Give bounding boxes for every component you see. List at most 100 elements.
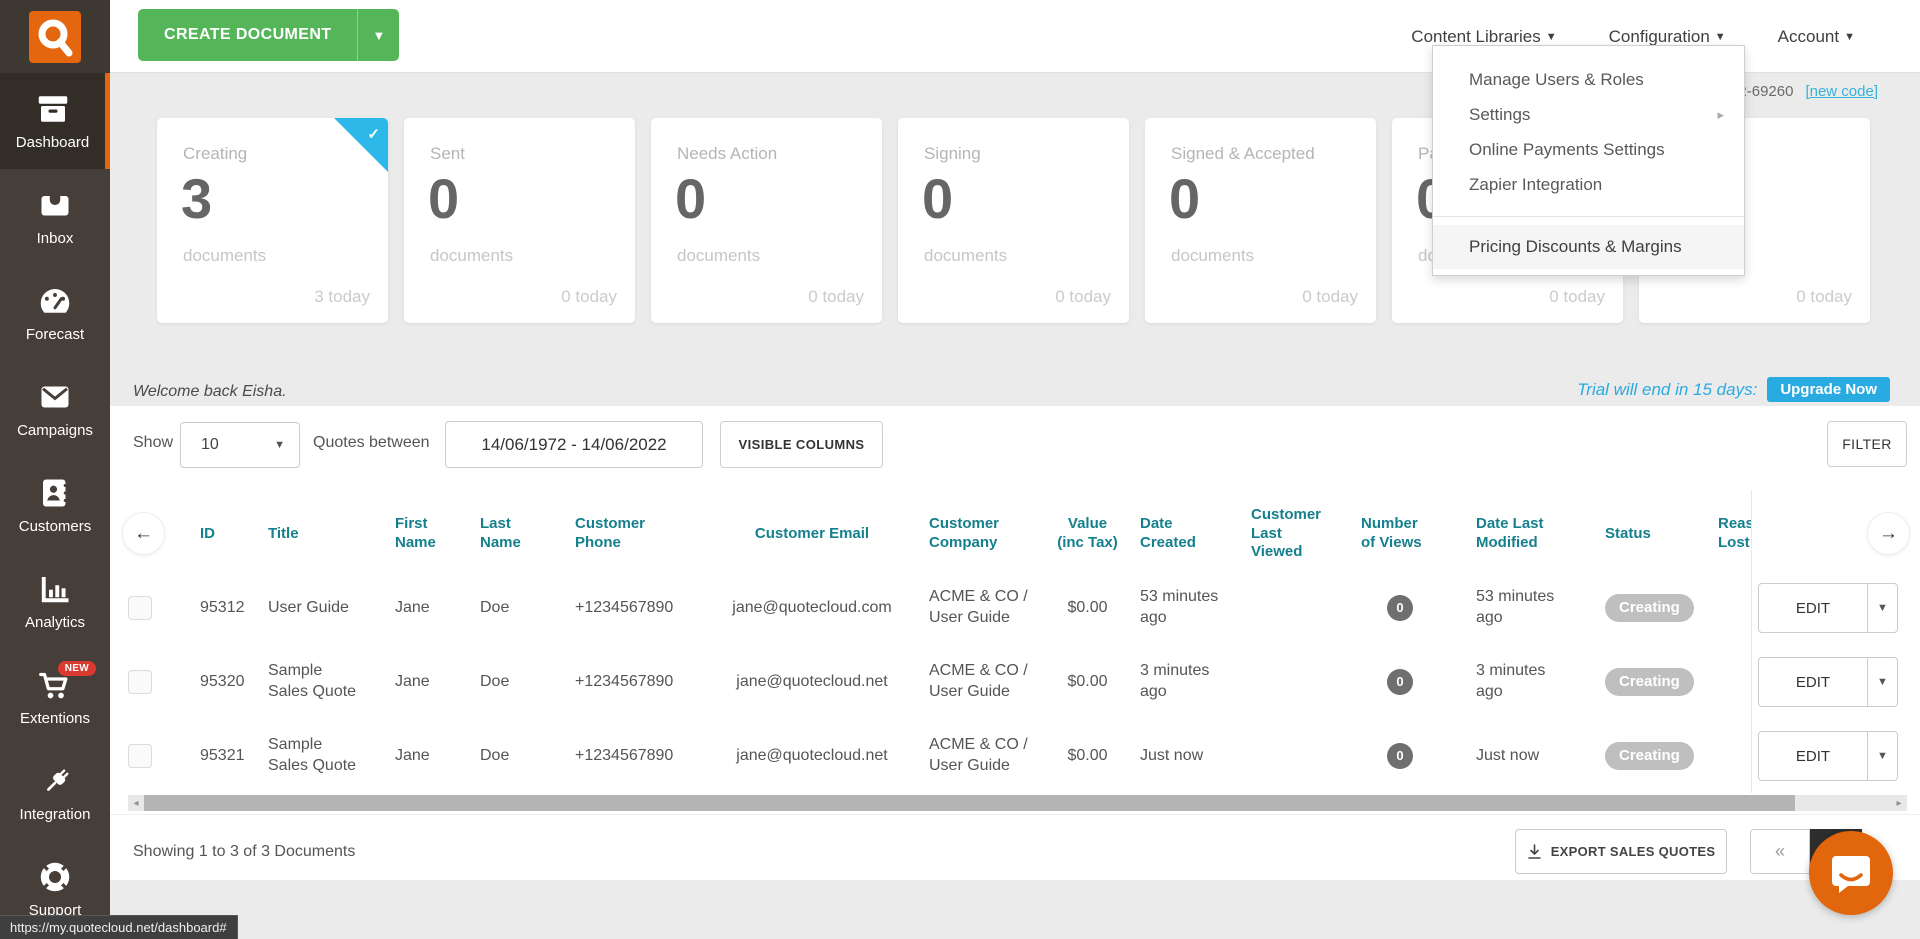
create-document-dropdown-toggle[interactable]: ▼ bbox=[357, 9, 399, 61]
card-title: Needs Action bbox=[677, 144, 777, 164]
scroll-right-button[interactable]: → bbox=[1868, 513, 1909, 554]
status-card-signing[interactable]: Signing 0 documents 0 today bbox=[898, 118, 1129, 323]
cell-last-viewed bbox=[1251, 719, 1331, 793]
col-header-date-last-modified[interactable]: Date Last Modified bbox=[1476, 494, 1576, 574]
cell-date-modified: Just now bbox=[1476, 719, 1576, 793]
horizontal-scrollbar[interactable]: ◂ ▸ bbox=[128, 795, 1907, 811]
status-card-signed-accepted[interactable]: Signed & Accepted 0 documents 0 today bbox=[1145, 118, 1376, 323]
sidebar-item-customers[interactable]: Customers bbox=[0, 457, 110, 553]
sidebar-item-dashboard[interactable]: Dashboard bbox=[0, 73, 110, 169]
col-header-number-of-views[interactable]: Number of Views bbox=[1361, 494, 1425, 574]
card-value: 0 bbox=[922, 166, 953, 231]
sidebar-item-analytics[interactable]: Analytics bbox=[0, 553, 110, 649]
edit-button-label[interactable]: EDIT bbox=[1759, 732, 1867, 780]
sidebar-item-label: Integration bbox=[20, 806, 91, 823]
chat-bubble-icon bbox=[1828, 850, 1874, 896]
cell-phone: +1234567890 bbox=[575, 571, 685, 645]
create-document-button[interactable]: CREATE DOCUMENT ▼ bbox=[138, 9, 399, 61]
download-icon bbox=[1527, 844, 1542, 860]
cell-value: $0.00 bbox=[1055, 645, 1120, 719]
menu-item-online-payments-settings[interactable]: Online Payments Settings bbox=[1433, 132, 1744, 167]
scroll-left-button[interactable]: ← bbox=[123, 513, 164, 554]
col-header-status[interactable]: Status bbox=[1605, 494, 1700, 574]
date-range-input[interactable] bbox=[445, 421, 703, 468]
filter-button[interactable]: FILTER bbox=[1827, 421, 1907, 467]
scrollbar-thumb[interactable] bbox=[144, 795, 1795, 811]
status-card-creating[interactable]: ✓ Creating 3 documents 3 today bbox=[157, 118, 388, 323]
menu-item-settings[interactable]: Settings▸ bbox=[1433, 97, 1744, 132]
edit-dropdown-toggle[interactable]: ▼ bbox=[1867, 732, 1897, 780]
scrollbar-right-arrow[interactable]: ▸ bbox=[1891, 795, 1907, 811]
sidebar-item-label: Customers bbox=[19, 518, 92, 535]
cell-first-name: Jane bbox=[395, 645, 450, 719]
edit-button-label[interactable]: EDIT bbox=[1759, 584, 1867, 632]
edit-button[interactable]: EDIT ▼ bbox=[1758, 657, 1898, 707]
sidebar-item-label: Campaigns bbox=[17, 422, 93, 439]
edit-button[interactable]: EDIT ▼ bbox=[1758, 583, 1898, 633]
status-badge: Creating bbox=[1605, 594, 1694, 622]
scrollbar-left-arrow[interactable]: ◂ bbox=[128, 795, 144, 811]
upgrade-now-button[interactable]: Upgrade Now bbox=[1767, 377, 1890, 402]
cell-status: Creating bbox=[1605, 645, 1700, 719]
chevron-down-icon: ▼ bbox=[1844, 31, 1855, 43]
sidebar: Dashboard Inbox Forecast Campaigns bbox=[0, 0, 110, 939]
col-header-date-created[interactable]: Date Created bbox=[1140, 494, 1225, 574]
col-header-customer-company[interactable]: Customer Company bbox=[929, 494, 1029, 574]
chat-widget-button[interactable] bbox=[1809, 831, 1893, 915]
card-title: Creating bbox=[183, 144, 247, 164]
col-header-first-name[interactable]: First Name bbox=[395, 494, 450, 574]
edit-button-label[interactable]: EDIT bbox=[1759, 658, 1867, 706]
chevron-down-icon: ▼ bbox=[1715, 31, 1726, 43]
sidebar-item-extentions[interactable]: NEW Extentions bbox=[0, 649, 110, 745]
col-header-id[interactable]: ID bbox=[200, 494, 255, 574]
cell-id: 95320 bbox=[200, 645, 255, 719]
pagination-prev-button[interactable]: « bbox=[1750, 829, 1810, 874]
edit-dropdown-toggle[interactable]: ▼ bbox=[1867, 658, 1897, 706]
menu-item-manage-users-roles[interactable]: Manage Users & Roles bbox=[1433, 62, 1744, 97]
card-value: 0 bbox=[675, 166, 706, 231]
submenu-arrow-icon: ▸ bbox=[1717, 107, 1724, 123]
arrow-right-icon: → bbox=[1879, 523, 1898, 545]
col-header-customer-phone[interactable]: Customer Phone bbox=[575, 494, 685, 574]
export-sales-quotes-button[interactable]: EXPORT SALES QUOTES bbox=[1515, 829, 1727, 874]
col-header-value-inc-tax[interactable]: Value (inc Tax) bbox=[1055, 494, 1120, 574]
nav-content-libraries[interactable]: Content Libraries▼ bbox=[1411, 27, 1556, 47]
export-button-label: EXPORT SALES QUOTES bbox=[1551, 844, 1716, 859]
cell-phone: +1234567890 bbox=[575, 719, 685, 793]
cell-views: 0 bbox=[1360, 571, 1440, 645]
cell-company: ACME & CO / User Guide bbox=[929, 645, 1029, 719]
card-today: 0 today bbox=[1549, 287, 1605, 307]
nav-configuration[interactable]: Configuration▼ bbox=[1609, 27, 1726, 47]
card-value: 3 bbox=[181, 166, 212, 231]
sidebar-item-campaigns[interactable]: Campaigns bbox=[0, 361, 110, 457]
edit-button[interactable]: EDIT ▼ bbox=[1758, 731, 1898, 781]
menu-item-pricing-discounts-margins[interactable]: Pricing Discounts & Margins bbox=[1433, 225, 1744, 269]
new-code-link[interactable]: [new code] bbox=[1805, 83, 1878, 100]
visible-columns-button[interactable]: VISIBLE COLUMNS bbox=[720, 421, 883, 468]
status-card-sent[interactable]: Sent 0 documents 0 today bbox=[404, 118, 635, 323]
show-page-size-select[interactable]: 10 ▼ bbox=[180, 422, 300, 468]
cell-email: jane@quotecloud.com bbox=[712, 571, 912, 645]
sidebar-item-forecast[interactable]: Forecast bbox=[0, 265, 110, 361]
status-card-needs-action[interactable]: Needs Action 0 documents 0 today bbox=[651, 118, 882, 323]
edit-dropdown-toggle[interactable]: ▼ bbox=[1867, 584, 1897, 632]
row-checkbox[interactable] bbox=[128, 744, 152, 768]
col-header-reason-lost[interactable]: Reason Lost bbox=[1718, 494, 1752, 574]
new-badge: NEW bbox=[58, 661, 96, 676]
row-checkbox[interactable] bbox=[128, 596, 152, 620]
gauge-icon bbox=[37, 283, 73, 319]
app-logo[interactable] bbox=[0, 0, 110, 73]
sidebar-item-integration[interactable]: Integration bbox=[0, 745, 110, 841]
col-header-customer-email[interactable]: Customer Email bbox=[712, 494, 912, 574]
row-checkbox[interactable] bbox=[128, 670, 152, 694]
col-header-title[interactable]: Title bbox=[268, 494, 360, 574]
sidebar-item-label: Dashboard bbox=[16, 134, 89, 151]
sidebar-item-label: Inbox bbox=[37, 230, 74, 247]
create-document-label[interactable]: CREATE DOCUMENT bbox=[138, 9, 357, 61]
nav-account[interactable]: Account▼ bbox=[1778, 27, 1855, 47]
menu-item-zapier-integration[interactable]: Zapier Integration bbox=[1433, 167, 1744, 202]
col-header-last-name[interactable]: Last Name bbox=[480, 494, 535, 574]
card-title: Sent bbox=[430, 144, 465, 164]
col-header-customer-last-viewed[interactable]: Customer Last Viewed bbox=[1251, 494, 1331, 574]
sidebar-item-inbox[interactable]: Inbox bbox=[0, 169, 110, 265]
